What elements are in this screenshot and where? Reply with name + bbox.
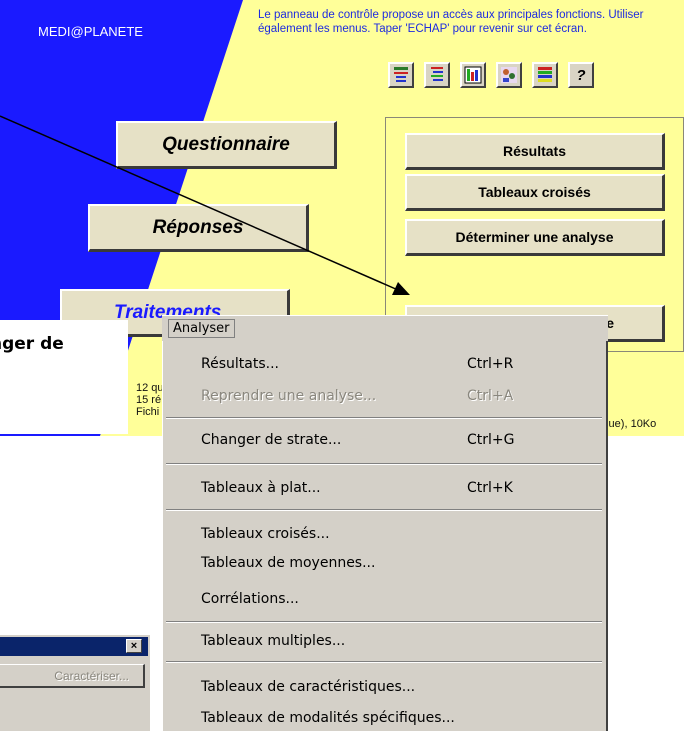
questionnaire-button[interactable]: Questionnaire — [116, 121, 337, 169]
info-line-1: 12 qu — [136, 382, 164, 394]
menu-separator — [166, 417, 602, 419]
questionnaire-label: Questionnaire — [162, 133, 290, 155]
people-chart-icon[interactable] — [496, 62, 522, 88]
menu-item-resultats[interactable]: Résultats... — [201, 351, 279, 377]
resultats-button[interactable]: Résultats — [405, 133, 665, 170]
menu-item-tableaux-caracteristiques[interactable]: Tableaux de caractéristiques... — [201, 674, 415, 700]
info-line-2: 15 ré — [136, 394, 162, 406]
menu-separator — [166, 661, 602, 663]
menu-separator — [166, 463, 602, 465]
dialog-titlebar[interactable]: × — [0, 637, 148, 656]
dialog-window: × Caractériser... — [0, 635, 150, 731]
menu-item-changer-strate[interactable]: Changer de strate... — [201, 427, 341, 453]
caracteriser-button: Caractériser... — [0, 664, 145, 688]
menu-analyser[interactable]: Analyser — [168, 319, 235, 338]
shortcut-reprendre-analyse: Ctrl+A — [467, 388, 514, 404]
resultats-label: Résultats — [502, 143, 567, 159]
caracteriser-label: Caractériser... — [54, 668, 129, 683]
determiner-analyse-button[interactable]: Déterminer une analyse — [405, 219, 665, 256]
shortcut-resultats: Ctrl+R — [467, 356, 514, 372]
reponses-button[interactable]: Réponses — [88, 204, 309, 252]
menu-bar: Analyser — [162, 315, 608, 343]
icon-toolbar: ? — [388, 62, 594, 88]
menu-item-tableaux-moyennes[interactable]: Tableaux de moyennes... — [201, 550, 375, 576]
help-icon[interactable]: ? — [568, 62, 594, 88]
brand-label: MEDI@PLANETE — [38, 24, 143, 39]
file-info-right: ique), 10Ko — [600, 418, 657, 430]
color-list-icon[interactable] — [532, 62, 558, 88]
info-line-3: Fichi — [136, 406, 160, 418]
file-info: 12 qu 15 ré Fichi — [136, 382, 164, 418]
analyser-menu: Résultats... Ctrl+R Reprendre une analys… — [162, 341, 608, 731]
determiner-analyse-label: Déterminer une analyse — [455, 229, 614, 245]
menu-item-tableaux-plat[interactable]: Tableaux à plat... — [201, 475, 321, 501]
menu-item-correlations[interactable]: Corrélations... — [201, 586, 299, 612]
table-chart-icon[interactable] — [460, 62, 486, 88]
instruction-text: Le panneau de contrôle propose un accès … — [258, 9, 644, 35]
menu-item-reprendre-analyse: Reprendre une analyse... — [201, 388, 377, 404]
callout-text: nger de — [0, 334, 64, 354]
callout-box: nger de — [0, 320, 128, 434]
menu-separator — [166, 509, 602, 511]
help-label: ? — [576, 66, 586, 84]
tableaux-croises-label: Tableaux croisés — [478, 184, 591, 200]
menu-item-tableaux-modalites[interactable]: Tableaux de modalités spécifiques... — [201, 705, 455, 731]
reponses-label: Réponses — [152, 216, 244, 238]
tableaux-croises-button[interactable]: Tableaux croisés — [405, 174, 665, 211]
shortcut-changer-strate: Ctrl+G — [467, 432, 515, 448]
shortcut-tableaux-plat: Ctrl+K — [467, 480, 513, 496]
menu-item-tableaux-multiples[interactable]: Tableaux multiples... — [201, 628, 345, 654]
menu-item-tableaux-croises[interactable]: Tableaux croisés... — [201, 521, 330, 547]
close-icon[interactable]: × — [126, 639, 142, 653]
outline-icon[interactable] — [424, 62, 450, 88]
list-icon[interactable] — [388, 62, 414, 88]
menu-separator — [166, 621, 602, 623]
